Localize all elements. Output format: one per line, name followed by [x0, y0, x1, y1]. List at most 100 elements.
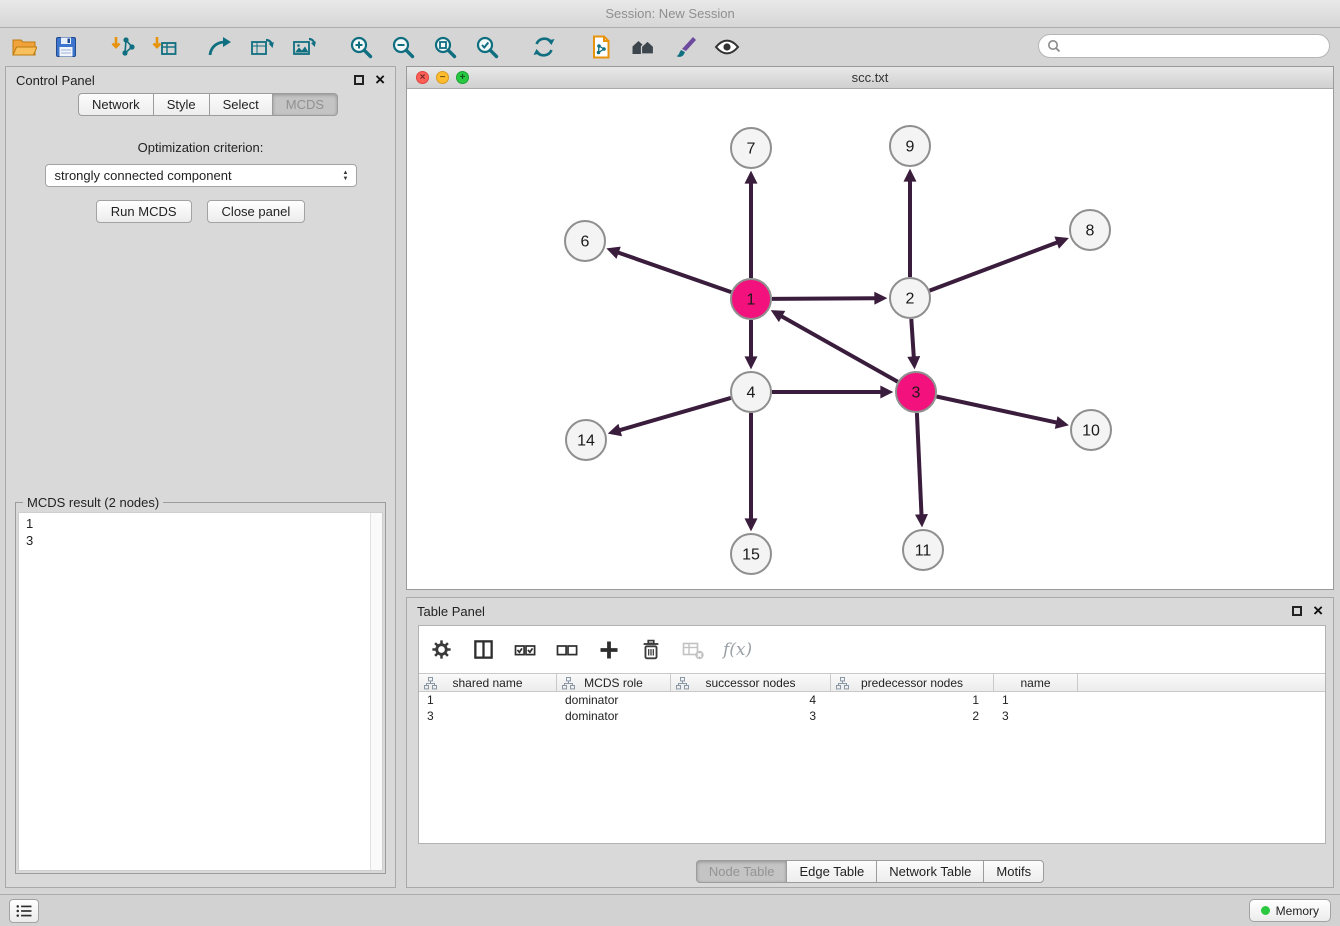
export-image-icon[interactable]: [290, 34, 317, 61]
network-node-10[interactable]: 10: [1071, 410, 1111, 450]
network-node-2[interactable]: 2: [890, 278, 930, 318]
search-box[interactable]: [1038, 34, 1330, 58]
svg-text:14: 14: [577, 433, 595, 450]
network-node-14[interactable]: 14: [566, 420, 606, 460]
export-network-file-icon[interactable]: [587, 34, 614, 61]
network-edge-4-14[interactable]: [620, 398, 731, 430]
svg-text:4: 4: [747, 385, 756, 402]
tab-edge-table[interactable]: Edge Table: [786, 860, 876, 883]
tab-select[interactable]: Select: [209, 93, 272, 116]
close-window-button[interactable]: ×: [416, 71, 429, 84]
network-edges: [618, 181, 1057, 519]
horizontal-splitter[interactable]: [406, 590, 1334, 597]
memory-button[interactable]: Memory: [1249, 899, 1331, 922]
column-header-shared-name[interactable]: shared name: [419, 674, 557, 691]
delete-row-icon[interactable]: [639, 638, 663, 662]
svg-text:2: 2: [906, 291, 915, 308]
window-title: Session: New Session: [605, 6, 734, 21]
search-input[interactable]: [1065, 39, 1321, 53]
zoom-fit-content-icon[interactable]: [431, 34, 458, 61]
svg-text:9: 9: [906, 139, 915, 156]
network-export-icon[interactable]: [206, 34, 233, 61]
status-bar: Memory: [0, 894, 1340, 926]
zoom-out-icon[interactable]: [389, 34, 416, 61]
network-window: × − + scc.txt 7 9 6 8 1 2 4 3 14 10 15 11: [406, 66, 1334, 590]
table-header-row: shared nameMCDS rolesuccessor nodesprede…: [419, 673, 1325, 692]
column-header-name[interactable]: name: [994, 674, 1078, 691]
network-node-1[interactable]: 1: [731, 279, 771, 319]
float-table-panel-icon[interactable]: [1292, 606, 1302, 616]
network-node-8[interactable]: 8: [1070, 210, 1110, 250]
column-header-MCDS-role[interactable]: MCDS role: [557, 674, 671, 691]
tab-network-table[interactable]: Network Table: [876, 860, 983, 883]
table-row[interactable]: 1dominator411: [419, 692, 1325, 708]
network-node-6[interactable]: 6: [565, 221, 605, 261]
memory-status-dot: [1261, 906, 1270, 915]
column-tree-icon: [836, 677, 849, 690]
apply-preferred-layout-icon[interactable]: [530, 34, 557, 61]
network-edge-1-6[interactable]: [618, 253, 731, 293]
network-node-11[interactable]: 11: [903, 530, 943, 570]
network-node-4[interactable]: 4: [731, 372, 771, 412]
mcds-result-list[interactable]: 13: [19, 513, 382, 549]
table-cell: 2: [831, 709, 994, 723]
show-columns-icon[interactable]: [471, 638, 495, 662]
network-edge-3-10[interactable]: [937, 397, 1057, 423]
table-cell: dominator: [557, 709, 671, 723]
table-export-icon[interactable]: [248, 34, 275, 61]
mcds-result-group: MCDS result (2 nodes) 13: [15, 495, 386, 874]
svg-text:6: 6: [581, 234, 590, 251]
tab-motifs[interactable]: Motifs: [983, 860, 1044, 883]
style-brush-icon[interactable]: [671, 34, 698, 61]
column-header-predecessor-nodes[interactable]: predecessor nodes: [831, 674, 994, 691]
vertical-splitter[interactable]: [397, 66, 406, 888]
tab-style[interactable]: Style: [153, 93, 209, 116]
table-row[interactable]: 3dominator323: [419, 708, 1325, 724]
svg-text:8: 8: [1086, 223, 1095, 240]
table-settings-icon[interactable]: [429, 638, 453, 662]
save-session-icon[interactable]: [52, 34, 79, 61]
result-line: 1: [19, 513, 382, 532]
svg-text:7: 7: [747, 141, 756, 158]
unselect-all-columns-icon[interactable]: [555, 638, 579, 662]
table-panel-title: Table Panel: [417, 604, 485, 619]
control-panel-header: Control Panel ×: [6, 67, 395, 93]
run-mcds-button[interactable]: Run MCDS: [96, 200, 192, 223]
close-table-panel-icon[interactable]: ×: [1313, 605, 1323, 617]
show-panels-menu-button[interactable]: [9, 899, 39, 923]
import-table-from-file-icon[interactable]: [151, 34, 178, 61]
network-node-9[interactable]: 9: [890, 126, 930, 166]
column-header-successor-nodes[interactable]: successor nodes: [671, 674, 831, 691]
tab-network[interactable]: Network: [78, 93, 153, 116]
add-row-icon[interactable]: [597, 638, 621, 662]
network-node-15[interactable]: 15: [731, 534, 771, 574]
network-edge-1-2[interactable]: [772, 298, 875, 299]
result-scrollbar[interactable]: [370, 513, 382, 870]
tab-mcds[interactable]: MCDS: [272, 93, 338, 116]
criterion-dropdown[interactable]: strongly connected component ▲▼: [45, 164, 357, 187]
network-edge-3-11[interactable]: [917, 413, 922, 515]
import-network-from-file-icon[interactable]: [109, 34, 136, 61]
select-all-columns-icon[interactable]: [513, 638, 537, 662]
tab-node-table[interactable]: Node Table: [696, 860, 787, 883]
network-edge-2-8[interactable]: [930, 242, 1058, 290]
zoom-window-button[interactable]: +: [456, 71, 469, 84]
zoom-in-icon[interactable]: [347, 34, 374, 61]
network-edge-3-1[interactable]: [782, 316, 898, 382]
function-builder-icon[interactable]: f(x): [723, 640, 752, 660]
minimize-window-button[interactable]: −: [436, 71, 449, 84]
network-edge-2-3[interactable]: [911, 319, 914, 357]
zoom-selected-region-icon[interactable]: [473, 34, 500, 61]
delete-table-icon[interactable]: [681, 638, 705, 662]
network-node-7[interactable]: 7: [731, 128, 771, 168]
show-hide-icon[interactable]: [713, 34, 740, 61]
float-panel-icon[interactable]: [354, 75, 364, 85]
network-window-titlebar[interactable]: × − + scc.txt: [407, 67, 1333, 89]
close-panel-button[interactable]: Close panel: [207, 200, 306, 223]
open-session-icon[interactable]: [10, 34, 37, 61]
network-canvas[interactable]: 7 9 6 8 1 2 4 3 14 10 15 11: [407, 89, 1333, 589]
network-node-3[interactable]: 3: [896, 372, 936, 412]
window-titlebar[interactable]: Session: New Session: [0, 0, 1340, 28]
close-panel-icon[interactable]: ×: [375, 74, 385, 86]
first-neighbors-icon[interactable]: [629, 34, 656, 61]
